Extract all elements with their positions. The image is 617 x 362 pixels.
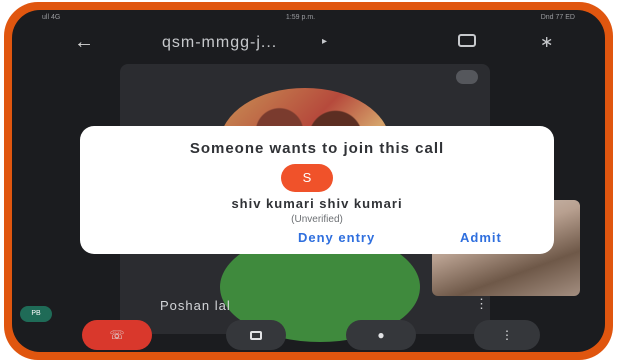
back-arrow-icon[interactable]: ←	[74, 32, 94, 52]
microphone-icon: ●	[377, 328, 385, 342]
video-camera-icon	[250, 330, 262, 340]
hang-up-icon: ☏	[109, 328, 125, 342]
join-request-dialog: Someone wants to join this call S shiv k…	[80, 126, 554, 254]
call-controls: ☏ ● ⋮	[12, 318, 605, 352]
requester-avatar: S	[281, 164, 333, 192]
call-top-bar: ← qsm-mmgg-j... ▸ ∗	[12, 28, 605, 58]
microphone-toggle-button[interactable]: ●	[346, 320, 416, 350]
caret-right-icon[interactable]: ▸	[322, 36, 327, 47]
status-icons: Dnd 77 ED	[540, 13, 575, 21]
carrier-label: ull 4G	[42, 13, 61, 21]
camera-toggle-button[interactable]	[226, 320, 286, 350]
clock-label: 1:59 p.m.	[285, 13, 316, 21]
meeting-code[interactable]: qsm-mmgg-j...	[162, 34, 277, 52]
more-vertical-icon: ⋮	[501, 328, 513, 342]
requester-name: shiv kumari shiv kumari	[231, 196, 403, 211]
switch-camera-icon[interactable]	[458, 34, 476, 47]
phone-frame: ull 4G 1:59 p.m. Dnd 77 ED ← qsm-mmgg-j.…	[4, 2, 613, 360]
dialog-title: Someone wants to join this call	[189, 140, 445, 157]
admit-button[interactable]: Admit	[460, 230, 502, 245]
bluetooth-audio-icon[interactable]: ∗	[540, 32, 553, 52]
deny-entry-button[interactable]: Deny entry	[298, 230, 375, 245]
call-screen: ull 4G 1:59 p.m. Dnd 77 ED ← qsm-mmgg-j.…	[12, 10, 605, 352]
more-actions-button[interactable]: ⋮	[474, 320, 540, 350]
more-options-icon[interactable]: ⋮	[475, 296, 488, 312]
tile-menu-icon[interactable]	[456, 70, 478, 84]
end-call-button[interactable]: ☏	[82, 320, 152, 350]
status-bar: ull 4G 1:59 p.m. Dnd 77 ED	[12, 10, 605, 24]
participant-name: Poshan lal	[160, 298, 231, 313]
requester-status: (Unverified)	[291, 214, 343, 225]
